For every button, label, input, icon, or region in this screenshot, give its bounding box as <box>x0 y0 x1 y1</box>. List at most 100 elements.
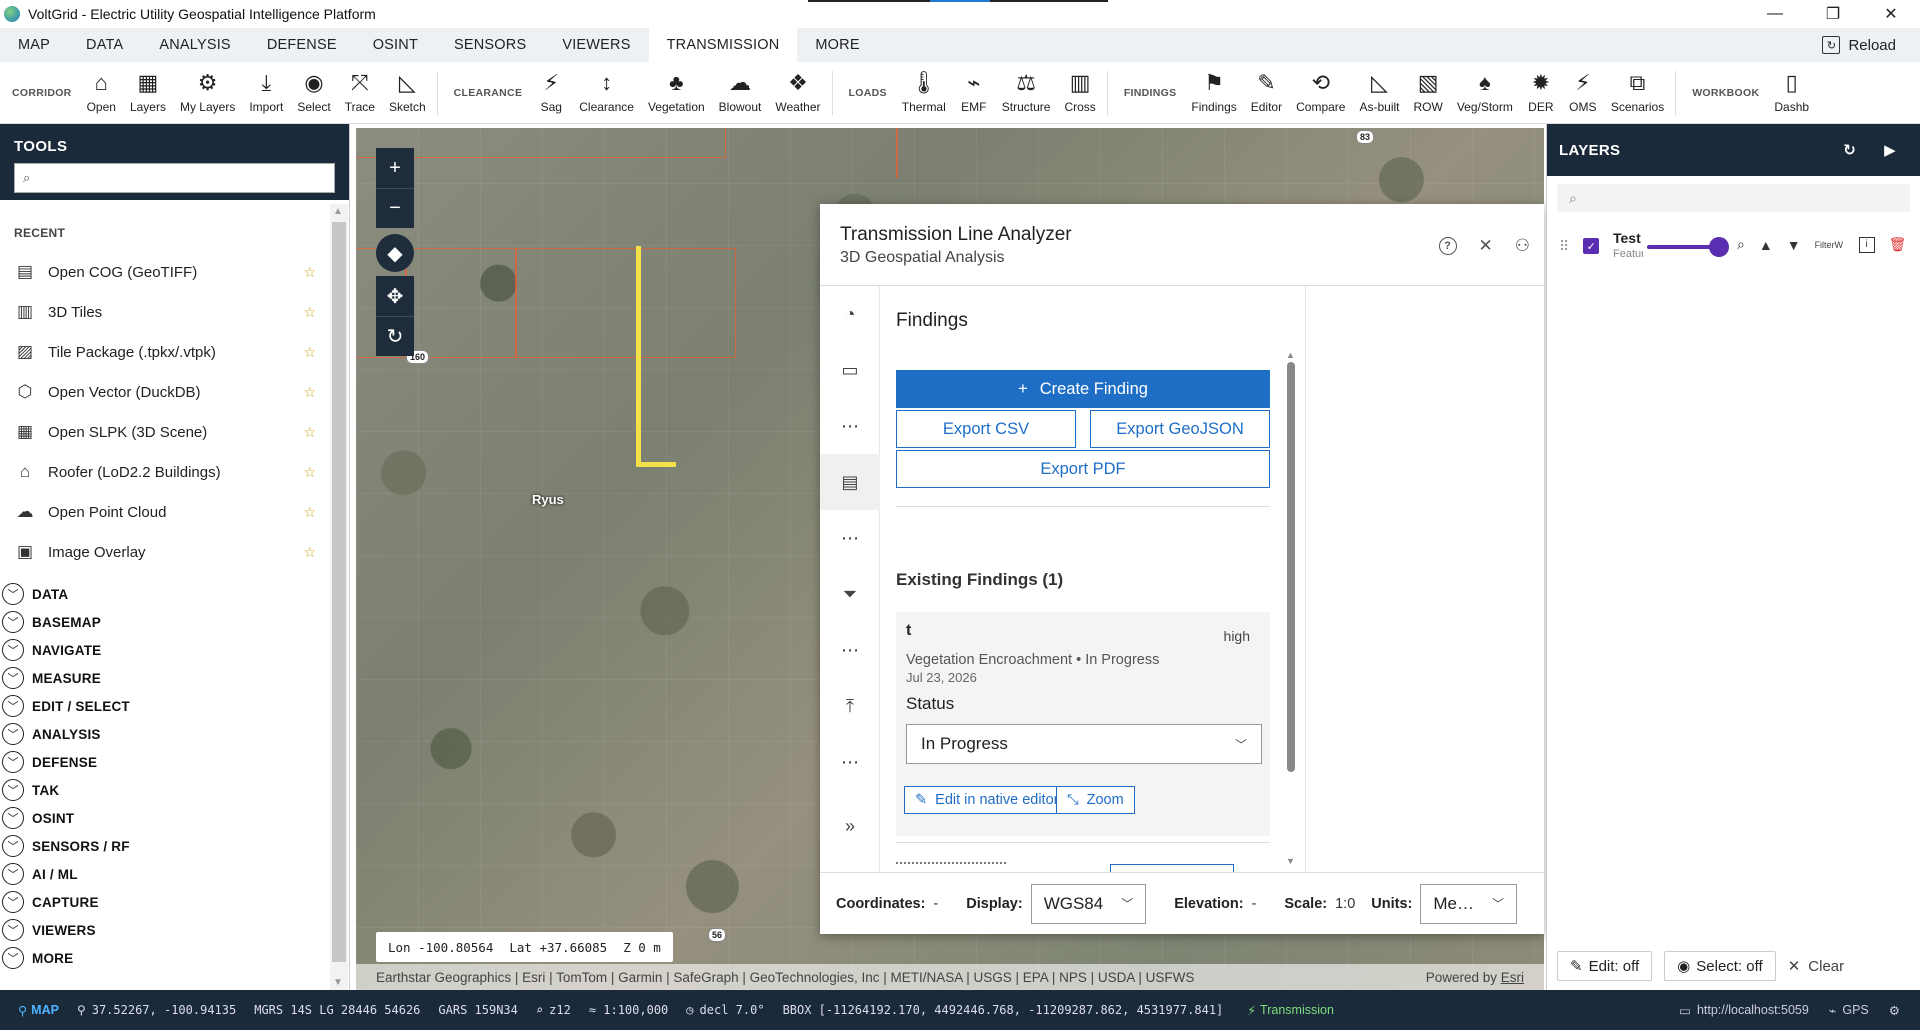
more-icon[interactable]: ⋯ <box>820 398 880 454</box>
delete-icon[interactable]: 🗑 <box>1889 236 1907 253</box>
ribbon-button-as-built[interactable]: ◺ As-built <box>1352 64 1406 122</box>
ribbon-button-veg-storm[interactable]: ♠ Veg/Storm <box>1450 64 1520 122</box>
filter-icon[interactable]: ⏷ <box>820 566 880 622</box>
clipboard-icon[interactable]: ▤ <box>820 454 880 510</box>
compass-button[interactable]: ◆ <box>376 234 414 272</box>
ribbon-button-import[interactable]: ⤓ Import <box>242 64 290 122</box>
pan-icon[interactable]: ✥ <box>376 276 414 316</box>
tab-transmission[interactable]: TRANSMISSION <box>648 28 798 62</box>
ribbon-button-weather[interactable]: ❖ Weather <box>768 64 827 122</box>
tab-data[interactable]: DATA <box>68 28 141 62</box>
ribbon-button-oms[interactable]: ⚡ OMS <box>1562 64 1604 122</box>
layer-visibility-checkbox[interactable]: ✓ <box>1583 238 1600 254</box>
next-button-peek[interactable] <box>1110 864 1234 872</box>
ribbon-button-structure[interactable]: ⚖ Structure <box>995 64 1058 122</box>
units-select[interactable]: Me… ﹀ <box>1420 883 1518 924</box>
ribbon-button-cross[interactable]: ▥ Cross <box>1057 64 1102 122</box>
ribbon-button-scenarios[interactable]: ⧉ Scenarios <box>1604 64 1671 122</box>
play-icon[interactable]: ▶ <box>1884 141 1896 159</box>
tool-section[interactable]: ﹀ MORE <box>0 944 330 972</box>
tools-scrollbar[interactable]: ▲ ▼ <box>330 204 348 990</box>
star-icon[interactable]: ☆ <box>303 264 316 281</box>
ribbon-button-row[interactable]: ▧ ROW <box>1406 64 1449 122</box>
ribbon-button-my-layers[interactable]: ⚙ My Layers <box>173 64 242 122</box>
ribbon-button-layers[interactable]: ▦ Layers <box>123 64 173 122</box>
transmission-line-horizontal[interactable] <box>636 462 676 467</box>
tool-section[interactable]: ﹀ OSINT <box>0 804 330 832</box>
export-csv-button[interactable]: Export CSV <box>896 410 1076 448</box>
select-toggle-button[interactable]: ◉ Select: off <box>1664 951 1776 981</box>
tool-section[interactable]: ﹀ BASEMAP <box>0 608 330 636</box>
help-icon[interactable]: ? <box>1438 237 1457 255</box>
more-icon[interactable]: ⋯ <box>820 510 880 566</box>
scroll-up-icon[interactable]: ▲ <box>333 206 343 217</box>
more-icon[interactable]: ⋯ <box>820 622 880 678</box>
move-down-icon[interactable]: ▼ <box>1787 237 1801 253</box>
zoom-to-layer-icon[interactable]: ⌕ <box>1737 236 1745 253</box>
tab-viewers[interactable]: VIEWERS <box>544 28 648 62</box>
upload-icon[interactable]: ⤒ <box>820 678 880 734</box>
display-select[interactable]: WGS84 ﹀ <box>1030 883 1147 924</box>
drag-handle-icon[interactable]: ⠿ <box>1559 238 1569 255</box>
rotate-icon[interactable]: ↻ <box>376 316 414 356</box>
gps-status[interactable]: ⌁ GPS <box>1829 1003 1869 1018</box>
list-item[interactable]: ▥ 3D Tiles ☆ <box>0 292 330 332</box>
tab-defense[interactable]: DEFENSE <box>249 28 355 62</box>
layer-row[interactable]: ⠿ ✓ Test Featur ⌕ ▲ ▼ FilterW i 🗑 <box>1547 226 1920 266</box>
tab-more[interactable]: MORE <box>797 28 877 62</box>
create-finding-button[interactable]: + Create Finding <box>896 370 1270 408</box>
scrollbar-thumb[interactable] <box>1287 362 1295 772</box>
transmission-line-vertical[interactable] <box>636 246 641 466</box>
edit-native-button[interactable]: ✎ Edit in native editor <box>904 786 1070 814</box>
tab-sensors[interactable]: SENSORS <box>436 28 544 62</box>
tool-section[interactable]: ﹀ CAPTURE <box>0 888 330 916</box>
tool-section[interactable]: ﹀ ANALYSIS <box>0 720 330 748</box>
ribbon-button-thermal[interactable]: 🌡 Thermal <box>895 64 953 122</box>
list-item[interactable]: ☁ Open Point Cloud ☆ <box>0 492 330 532</box>
scroll-down-icon[interactable]: ▼ <box>333 977 343 988</box>
more-icon[interactable]: ⋯ <box>820 734 880 790</box>
tools-search-input[interactable]: ⌕ <box>14 163 335 193</box>
ribbon-button-clearance[interactable]: ↕ Clearance <box>572 64 641 122</box>
star-icon[interactable]: ☆ <box>303 384 316 401</box>
slider-handle[interactable] <box>1709 237 1729 257</box>
ribbon-button-sketch[interactable]: ◺ Sketch <box>382 64 433 122</box>
close-window-button[interactable]: ✕ <box>1862 0 1920 28</box>
star-icon[interactable]: ☆ <box>303 424 316 441</box>
findings-scrollbar[interactable]: ▲ ▼ <box>1286 350 1296 866</box>
star-icon[interactable]: ☆ <box>303 464 316 481</box>
scrollbar-thumb[interactable] <box>332 222 346 962</box>
tool-section[interactable]: ﹀ DATA <box>0 580 330 608</box>
tool-section[interactable]: ﹀ AI / ML <box>0 860 330 888</box>
user-icon[interactable]: ⚇ <box>1515 236 1530 256</box>
tool-section[interactable]: ﹀ EDIT / SELECT <box>0 692 330 720</box>
clear-button[interactable]: ✕ Clear <box>1788 957 1844 976</box>
star-icon[interactable]: ☆ <box>303 544 316 561</box>
status-select[interactable]: In Progress ﹀ <box>906 724 1262 764</box>
opacity-slider[interactable] <box>1647 237 1729 257</box>
ribbon-button-emf[interactable]: ⌁ EMF <box>953 64 995 122</box>
scroll-up-icon[interactable]: ▲ <box>1286 350 1295 360</box>
minimize-button[interactable]: — <box>1746 0 1804 28</box>
star-icon[interactable]: ☆ <box>303 504 316 521</box>
tab-osint[interactable]: OSINT <box>355 28 436 62</box>
star-icon[interactable]: ☆ <box>303 304 316 321</box>
ribbon-button-findings[interactable]: ⚑ Findings <box>1184 64 1243 122</box>
maximize-button[interactable]: ❐ <box>1804 0 1862 28</box>
tab-analysis[interactable]: ANALYSIS <box>141 28 248 62</box>
ribbon-button-compare[interactable]: ⟲ Compare <box>1289 64 1352 122</box>
list-item[interactable]: ⬡ Open Vector (DuckDB) ☆ <box>0 372 330 412</box>
tool-section[interactable]: ﹀ SENSORS / RF <box>0 832 330 860</box>
info-icon[interactable]: i <box>1858 236 1875 253</box>
module-badge[interactable]: ⚡ Transmission <box>1247 1003 1334 1018</box>
gauge-icon[interactable]: ◔ <box>820 286 880 342</box>
ribbon-button-open[interactable]: ⌂ Open <box>80 64 123 122</box>
map-mode-badge[interactable]: ⚲ MAP <box>18 1003 59 1018</box>
tool-section[interactable]: ﹀ TAK <box>0 776 330 804</box>
list-item[interactable]: ▦ Open SLPK (3D Scene) ☆ <box>0 412 330 452</box>
ribbon-button-vegetation[interactable]: ♣ Vegetation <box>641 64 712 122</box>
list-item[interactable]: ▤ Open COG (GeoTIFF) ☆ <box>0 252 330 292</box>
scroll-down-icon[interactable]: ▼ <box>1286 856 1295 866</box>
reload-button[interactable]: ↻ Reload <box>1822 28 1896 62</box>
filter-label[interactable]: FilterW <box>1815 240 1845 250</box>
